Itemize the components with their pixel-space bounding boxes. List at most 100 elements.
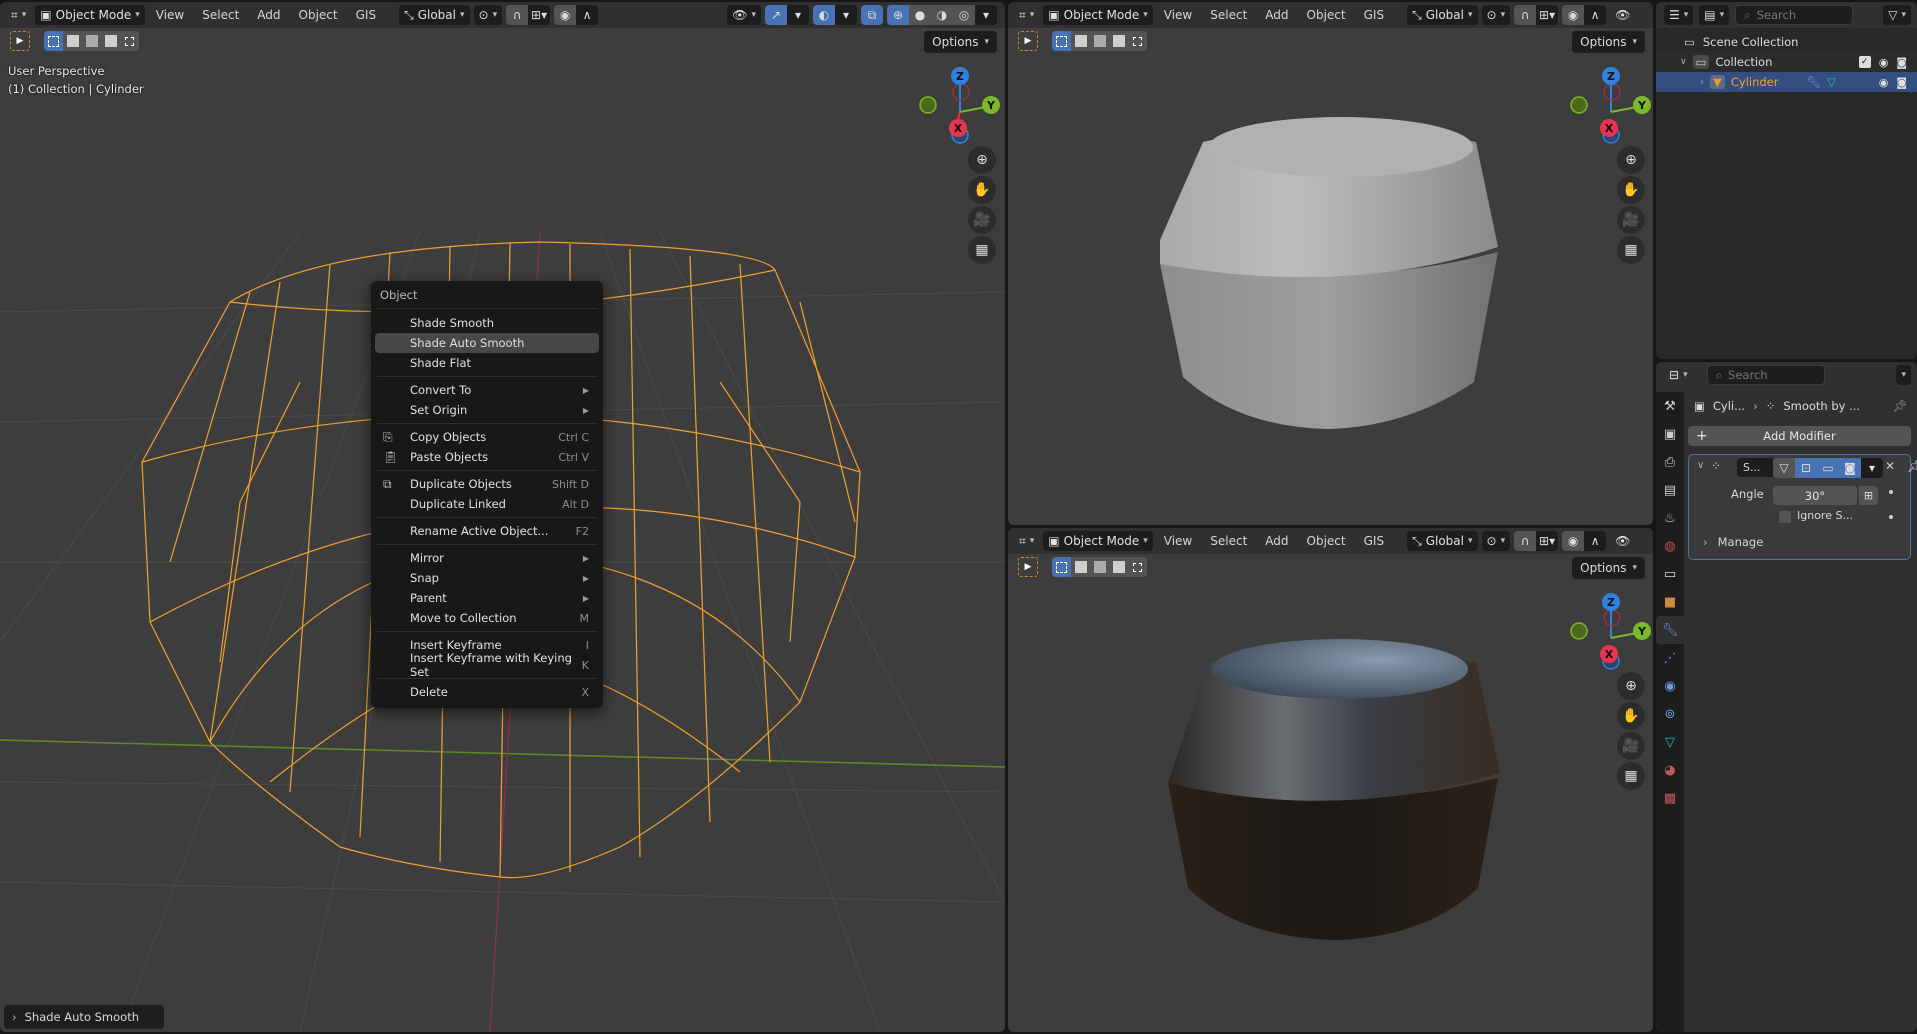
- eye-icon[interactable]: ◉: [1879, 56, 1889, 69]
- navigation-gizmo[interactable]: Z Y X: [1556, 62, 1653, 152]
- snap-toggle-icon[interactable]: ∩: [506, 5, 529, 25]
- gizmo-y-axis[interactable]: Y: [1633, 622, 1651, 640]
- falloff-icon[interactable]: ∧: [1584, 5, 1607, 25]
- snap-target-icon[interactable]: ⊞▾: [528, 5, 551, 25]
- snap-target-icon[interactable]: ⊞▾: [1536, 531, 1559, 551]
- rendered-shading-icon[interactable]: ◎: [953, 5, 975, 25]
- menu-gis[interactable]: GIS: [349, 5, 383, 25]
- chevron-right-icon[interactable]: ›: [1700, 77, 1704, 88]
- select-invert-icon[interactable]: [1109, 557, 1128, 577]
- select-subtract-icon[interactable]: [82, 31, 101, 51]
- select-tool-icon[interactable]: ▶: [10, 31, 30, 51]
- visibility-dropdown[interactable]: 👁 ▾: [727, 5, 761, 25]
- proportional-edit-icon[interactable]: ◉: [1562, 531, 1585, 551]
- outliner-row-collection[interactable]: ∨ ▭ Collection ✓ ◉ ◙: [1656, 52, 1917, 72]
- snap-toggle-icon[interactable]: ∩: [1514, 531, 1537, 551]
- menu-item-paste-objects[interactable]: 📋︎ Paste Objects Ctrl V: [375, 447, 599, 467]
- gizmo-z-axis[interactable]: Z: [1602, 593, 1620, 611]
- gizmo-x-axis[interactable]: X: [1600, 119, 1618, 137]
- mode-dropdown[interactable]: ▣ Object Mode ▾: [1043, 5, 1153, 25]
- visibility-dropdown[interactable]: 👁: [1610, 531, 1635, 551]
- properties-options-button[interactable]: ▾: [1896, 365, 1911, 385]
- pivot-dropdown[interactable]: ⊙ ▾: [473, 5, 503, 25]
- filter-button[interactable]: ▽ ▾: [1883, 5, 1911, 25]
- select-extend-icon[interactable]: [63, 31, 82, 51]
- menu-item-parent[interactable]: Parent ▶: [375, 588, 599, 608]
- close-icon[interactable]: ✕: [1885, 459, 1895, 473]
- select-tool-icon[interactable]: ▶: [1018, 557, 1038, 577]
- add-modifier-button[interactable]: + Add Modifier: [1688, 426, 1911, 446]
- proportional-edit-icon[interactable]: ◉: [1562, 5, 1585, 25]
- viewport-top-right[interactable]: ⌗ ▾ ▣ Object Mode ▾ View Select Add Object …: [1008, 2, 1653, 525]
- tab-output[interactable]: ⎙: [1656, 448, 1684, 476]
- gizmo-toggle-icon[interactable]: ↗: [765, 5, 787, 25]
- menu-item-shade-auto-smooth[interactable]: Shade Auto Smooth: [375, 333, 599, 353]
- menu-select[interactable]: Select: [195, 5, 246, 25]
- chevron-down-icon[interactable]: ∨: [1680, 57, 1687, 67]
- outliner-row-scene-collection[interactable]: ▭ Scene Collection: [1656, 32, 1917, 52]
- overlay-toggle-icon[interactable]: ◐: [813, 5, 835, 25]
- options-dropdown[interactable]: Options ▾: [1572, 557, 1645, 579]
- tab-render[interactable]: ▣: [1656, 420, 1684, 448]
- pan-hand-icon[interactable]: ✋: [1617, 176, 1645, 204]
- viewport-bottom-right[interactable]: ⌗ ▾ ▣ Object Mode ▾ View Select Add Object …: [1008, 528, 1653, 1032]
- tab-constraints[interactable]: ⊚: [1656, 700, 1684, 728]
- menu-item-snap[interactable]: Snap ▶: [375, 568, 599, 588]
- exclude-checkbox[interactable]: ✓: [1858, 56, 1871, 68]
- editor-type-button[interactable]: ⌗ ▾: [6, 5, 31, 25]
- menu-select[interactable]: Select: [1203, 5, 1254, 25]
- select-invert-icon[interactable]: [1109, 31, 1128, 51]
- edit-mode-icon[interactable]: ⊡: [1795, 458, 1817, 478]
- camera-render-icon[interactable]: ◙: [1896, 76, 1907, 89]
- wireframe-shading-icon[interactable]: ⊕: [887, 5, 909, 25]
- tab-collection[interactable]: ▭: [1656, 560, 1684, 588]
- properties-editor-type-button[interactable]: ⊟ ▾: [1664, 365, 1693, 385]
- pan-hand-icon[interactable]: ✋: [968, 176, 996, 204]
- select-subtract-icon[interactable]: [1090, 557, 1109, 577]
- menu-select[interactable]: Select: [1203, 531, 1254, 551]
- zoom-icon[interactable]: ⊕: [1617, 146, 1645, 174]
- gizmo-z-axis[interactable]: Z: [951, 67, 969, 85]
- pin-icon[interactable]: 📌︎: [1892, 399, 1907, 413]
- menu-object[interactable]: Object: [292, 5, 345, 25]
- tab-material[interactable]: ◕: [1656, 756, 1684, 784]
- pan-hand-icon[interactable]: ✋: [1617, 702, 1645, 730]
- camera-view-icon[interactable]: 🎥: [1617, 206, 1645, 234]
- pivot-dropdown[interactable]: ⊙ ▾: [1481, 531, 1511, 551]
- menu-gis[interactable]: GIS: [1357, 5, 1391, 25]
- outliner-row-cylinder[interactable]: › ▼ Cylinder 🔧︎ ▽ ◉ ◙: [1656, 72, 1917, 92]
- menu-item-shade-flat[interactable]: Shade Flat: [375, 353, 599, 373]
- material-shading-icon[interactable]: ◑: [931, 5, 953, 25]
- tab-data[interactable]: ▽: [1656, 728, 1684, 756]
- menu-item-insert-keyframe-with-keying-set[interactable]: Insert Keyframe with Keying Set K: [375, 651, 599, 679]
- options-dropdown[interactable]: Options ▾: [1572, 31, 1645, 53]
- select-intersect-icon[interactable]: [120, 31, 139, 51]
- mode-dropdown[interactable]: ▣ Object Mode ▾: [1043, 531, 1153, 551]
- edit-cage-icon[interactable]: ▽: [1773, 458, 1795, 478]
- xray-toggle-icon[interactable]: ⧉: [861, 5, 883, 25]
- properties-search-input[interactable]: ⌕ Search: [1706, 365, 1825, 385]
- gizmo-y-axis[interactable]: Y: [1633, 96, 1651, 114]
- editor-type-button[interactable]: ⌗ ▾: [1014, 5, 1039, 25]
- orientation-dropdown[interactable]: ⤡ Global ▾: [1407, 5, 1478, 25]
- select-invert-icon[interactable]: [101, 31, 120, 51]
- tab-modifiers[interactable]: 🔧︎: [1656, 616, 1684, 644]
- manage-subpanel[interactable]: › Manage: [1703, 535, 1763, 549]
- keyframe-dot[interactable]: [1889, 490, 1893, 494]
- display-mode-button[interactable]: ▤ ▾: [1699, 5, 1730, 25]
- mesh-data-icon[interactable]: ▽: [1827, 75, 1836, 89]
- gizmo-x-axis[interactable]: X: [1600, 645, 1618, 663]
- menu-item-shade-smooth[interactable]: Shade Smooth: [375, 313, 599, 333]
- select-intersect-icon[interactable]: [1128, 557, 1147, 577]
- tab-world[interactable]: ◍: [1656, 532, 1684, 560]
- navigation-gizmo[interactable]: Z Y X: [905, 62, 1005, 152]
- snap-toggle-icon[interactable]: ∩: [1514, 5, 1537, 25]
- eye-icon[interactable]: ◉: [1879, 76, 1889, 89]
- camera-render-icon[interactable]: ◙: [1896, 56, 1907, 69]
- keyframe-dot[interactable]: [1889, 515, 1893, 519]
- visibility-dropdown[interactable]: 👁: [1610, 5, 1635, 25]
- options-dropdown[interactable]: Options ▾: [924, 31, 997, 53]
- select-new-icon[interactable]: [1052, 557, 1071, 577]
- pin-icon[interactable]: 📌︎: [1907, 459, 1917, 473]
- navigation-gizmo[interactable]: Z Y X: [1556, 588, 1653, 678]
